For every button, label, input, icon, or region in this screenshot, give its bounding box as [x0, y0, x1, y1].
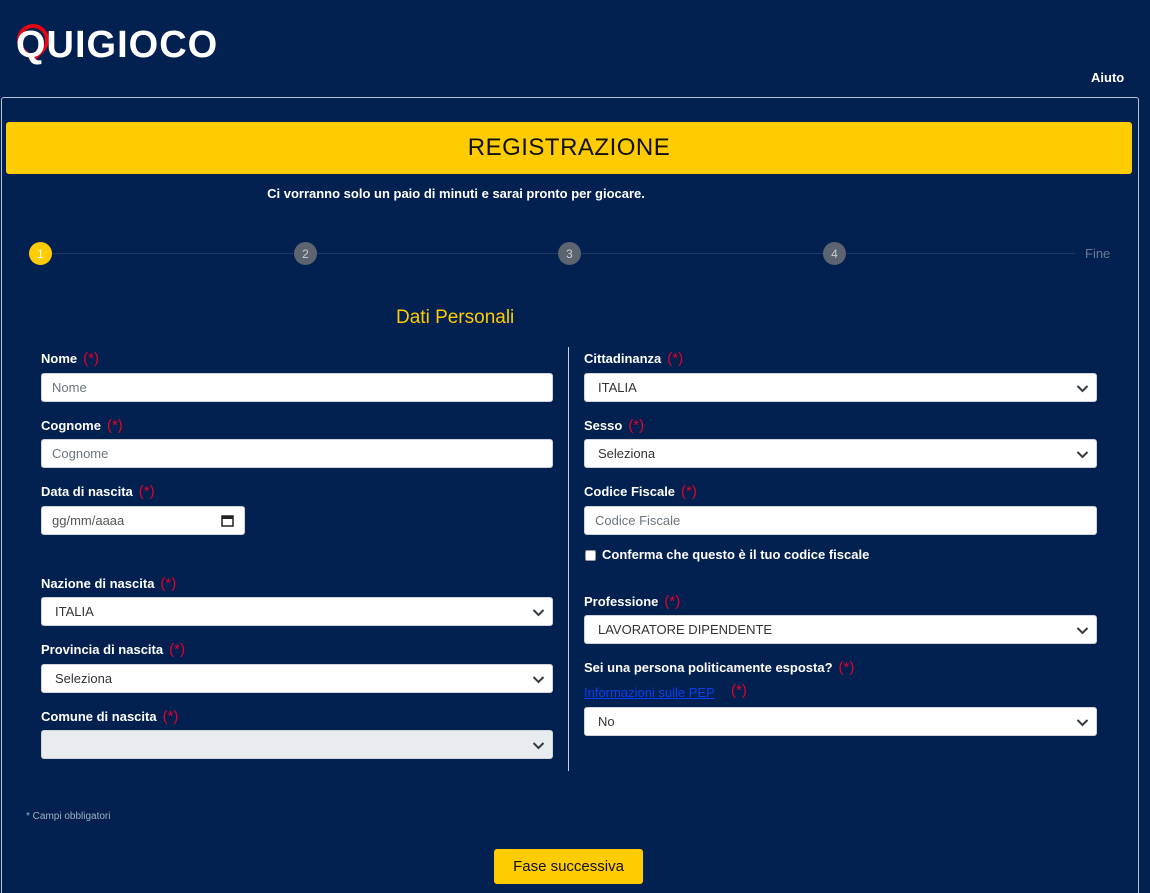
page-subtitle: Ci vorranno solo un paio di minuti e sar… — [267, 186, 645, 201]
required-marker: (*) — [160, 575, 177, 592]
codice-fiscale-label: Codice Fiscale (*) — [584, 483, 697, 500]
cittadinanza-label: Cittadinanza (*) — [584, 350, 684, 367]
comune-nascita-label: Comune di nascita (*) — [41, 708, 179, 725]
chevron-down-icon — [1076, 382, 1089, 395]
logo[interactable]: QUIGIOCO — [10, 17, 219, 68]
nome-label: Nome (*) — [41, 350, 99, 367]
required-marker: (*) — [664, 593, 681, 610]
required-marker: (*) — [731, 682, 747, 699]
pep-label: Sei una persona politicamente esposta? (*… — [584, 659, 855, 676]
title-bar: REGISTRAZIONE — [6, 122, 1132, 174]
cittadinanza-select[interactable]: ITALIA — [584, 373, 1097, 402]
logo-text: QUIGIOCO — [16, 24, 219, 66]
required-marker: (*) — [681, 483, 697, 500]
required-marker: (*) — [162, 708, 179, 725]
required-marker: (*) — [106, 417, 123, 434]
step-2: 2 — [294, 242, 317, 265]
conferma-cf-label[interactable]: Conferma che questo è il tuo codice fisc… — [602, 547, 869, 562]
required-marker: (*) — [169, 641, 185, 658]
chevron-down-icon — [532, 606, 545, 619]
step-1: 1 — [29, 242, 52, 265]
page-title: REGISTRAZIONE — [467, 134, 671, 161]
calendar-icon[interactable] — [221, 514, 234, 527]
required-marker: (*) — [838, 659, 855, 676]
sesso-select[interactable]: Seleziona — [584, 439, 1097, 468]
step-3: 3 — [558, 242, 581, 265]
nazione-nascita-select[interactable]: ITALIA — [41, 597, 553, 626]
required-marker: (*) — [628, 417, 645, 434]
provincia-nascita-label: Provincia di nascita (*) — [41, 641, 185, 658]
step-connector — [52, 253, 293, 254]
help-link[interactable]: Aiuto — [1091, 70, 1124, 85]
step-connector — [847, 253, 1075, 254]
chevron-down-icon — [1076, 624, 1089, 637]
sesso-label: Sesso (*) — [584, 417, 645, 434]
chevron-down-icon — [1076, 716, 1089, 729]
codice-fiscale-input[interactable]: Codice Fiscale — [584, 506, 1097, 535]
section-title: Dati Personali — [396, 307, 515, 328]
chevron-down-icon — [532, 739, 545, 752]
step-end: Fine — [1085, 246, 1111, 261]
step-connector — [317, 253, 558, 254]
nazione-nascita-label: Nazione di nascita (*) — [41, 575, 177, 592]
nome-input[interactable]: Nome — [41, 373, 553, 402]
required-marker: (*) — [138, 483, 155, 500]
column-divider — [568, 347, 569, 771]
cognome-input[interactable]: Cognome — [41, 439, 553, 468]
conferma-cf-checkbox[interactable] — [585, 550, 596, 561]
provincia-nascita-select[interactable]: Seleziona — [41, 664, 553, 693]
cognome-label: Cognome (*) — [41, 417, 123, 434]
step-4: 4 — [823, 242, 846, 265]
required-fields-note: * Campi obbligatori — [26, 811, 111, 822]
comune-nascita-select[interactable] — [41, 730, 553, 759]
registration-panel — [1, 97, 1139, 893]
pep-info-link[interactable]: Informazioni sulle PEP — [584, 685, 715, 700]
chevron-down-icon — [532, 673, 545, 686]
data-nascita-label: Data di nascita (*) — [41, 483, 155, 500]
chevron-down-icon — [1076, 448, 1089, 461]
data-nascita-input[interactable]: gg/mm/aaaa — [41, 506, 245, 535]
professione-select[interactable]: LAVORATORE DIPENDENTE — [584, 615, 1097, 644]
professione-label: Professione (*) — [584, 593, 681, 610]
step-connector — [582, 253, 823, 254]
required-marker: (*) — [83, 350, 99, 367]
next-step-button[interactable]: Fase successiva — [494, 849, 643, 884]
pep-select[interactable]: No — [584, 707, 1097, 736]
required-marker: (*) — [667, 350, 684, 367]
